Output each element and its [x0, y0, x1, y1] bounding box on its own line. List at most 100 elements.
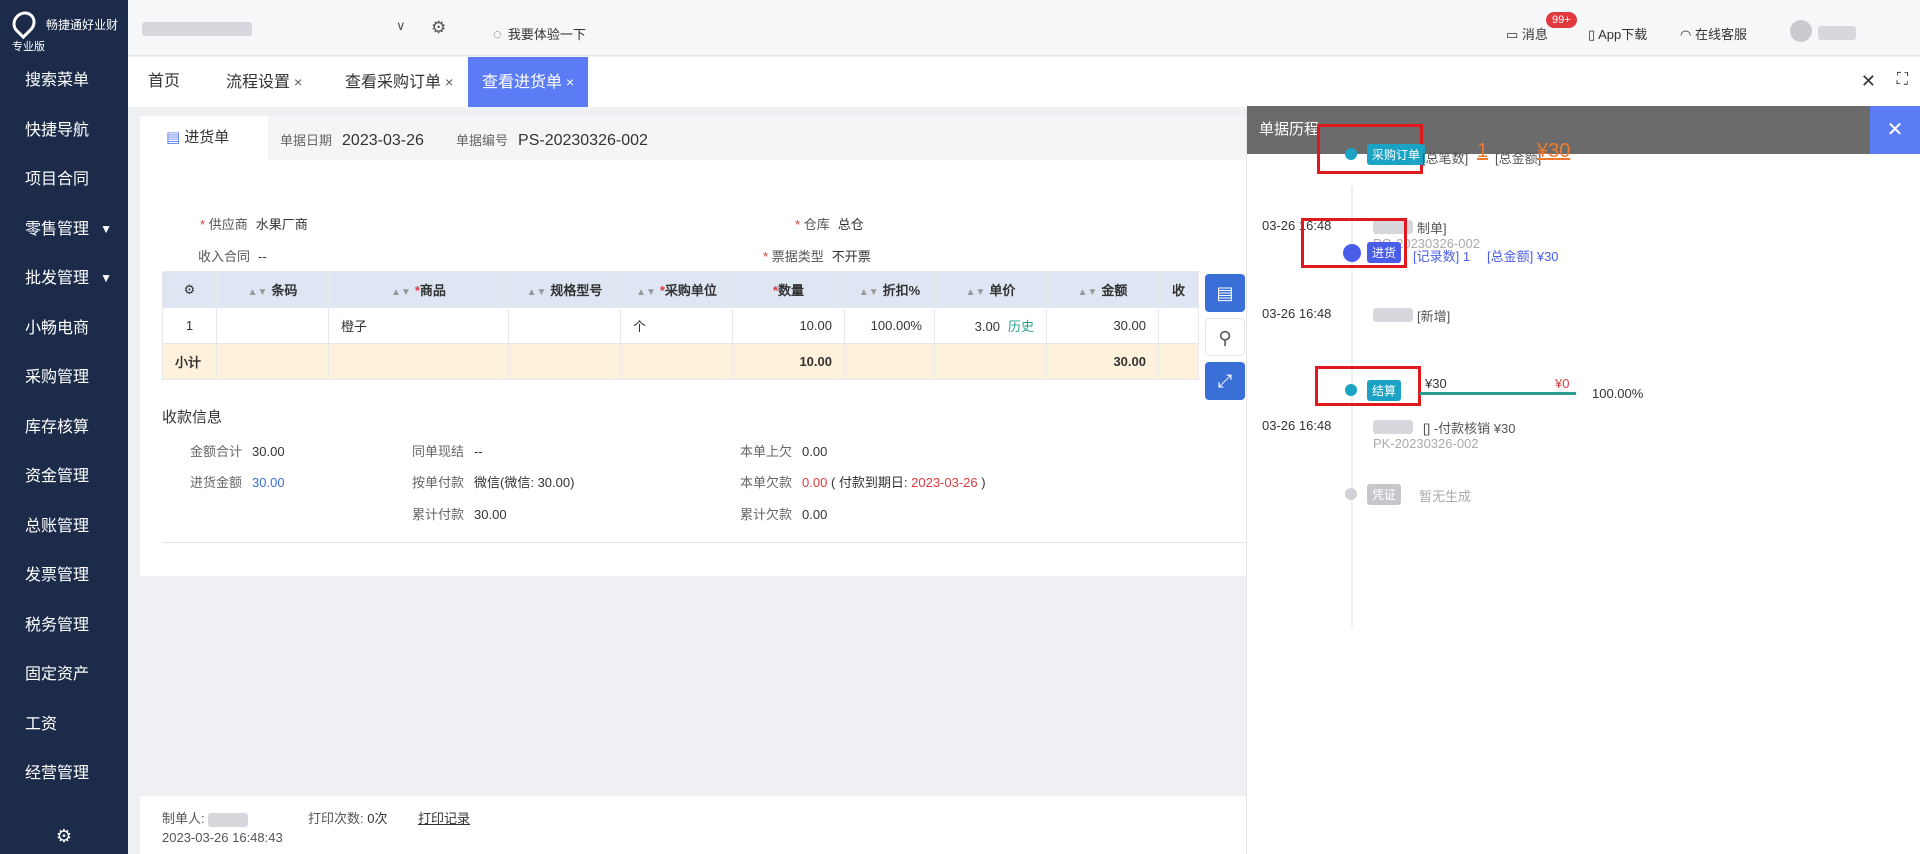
- sidebar-item[interactable]: 资金管理: [0, 452, 128, 502]
- attachment-icon[interactable]: ⚲: [1205, 318, 1245, 356]
- print-log-link[interactable]: 打印记录: [418, 808, 470, 827]
- sidebar-item[interactable]: 项目合同: [0, 155, 128, 205]
- log-action: 制单]: [1417, 221, 1447, 236]
- po-count[interactable]: 1: [1477, 140, 1488, 163]
- doc-number-value: PS-20230326-002: [518, 132, 648, 149]
- pay-label: 按单付款: [412, 475, 465, 490]
- app-download-button[interactable]: ▯ App下载: [1588, 24, 1647, 43]
- doc-type-label: 进货单: [184, 129, 230, 146]
- price-history-link[interactable]: 历史: [1008, 319, 1034, 334]
- pay-value: 30.00: [252, 475, 285, 490]
- po-amount-label: [总金额]: [1495, 151, 1542, 166]
- close-icon[interactable]: ✕: [1870, 106, 1920, 154]
- brand-name: 畅捷通好业财: [46, 18, 119, 32]
- tab-home[interactable]: 首页: [148, 57, 180, 107]
- close-icon[interactable]: ×: [294, 74, 302, 90]
- username[interactable]: [1818, 26, 1856, 40]
- print-count-value: 0次: [367, 811, 388, 826]
- close-all-tabs-icon[interactable]: ✕: [1861, 71, 1876, 92]
- sidebar: 畅捷通好业财 专业版 搜索菜单 快捷导航 项目合同 零售管理 ▼ 批发管理 ▼ 小畅电商 采购管…: [0, 0, 128, 854]
- sidebar-item[interactable]: 批发管理 ▼: [0, 254, 128, 304]
- col-barcode[interactable]: ▲▼ 条码: [216, 271, 329, 308]
- tab-label: 查看采购订单: [345, 74, 442, 91]
- tab-label: 首页: [148, 73, 181, 90]
- settle-tag[interactable]: 结算: [1367, 380, 1402, 401]
- timeline-dot: [1345, 488, 1357, 500]
- col-spec[interactable]: ▲▼ 规格型号: [508, 271, 621, 308]
- sidebar-item[interactable]: 经营管理: [0, 749, 128, 799]
- expand-icon[interactable]: ⤢: [1205, 362, 1245, 400]
- cell-unit: 个: [620, 307, 733, 344]
- sidebar-item[interactable]: 工资: [0, 700, 128, 750]
- subtotal-row: 小计 10.00 30.00: [162, 343, 1199, 380]
- sidebar-item-label: 工资: [25, 715, 58, 733]
- cell-barcode: [216, 307, 329, 344]
- sidebar-item[interactable]: 搜索菜单: [0, 56, 128, 106]
- po-tag[interactable]: 采购订单: [1367, 144, 1426, 165]
- support-button[interactable]: ◠ 在线客服: [1680, 24, 1747, 43]
- pay-label: 金额合计: [190, 444, 243, 459]
- col-price[interactable]: ▲▼ 单价: [934, 271, 1047, 308]
- sidebar-item-label: 小畅电商: [25, 319, 90, 337]
- receipt-tag[interactable]: 进货: [1367, 242, 1402, 263]
- col-product[interactable]: ▲▼ *商品: [328, 271, 509, 308]
- sidebar-item[interactable]: 税务管理: [0, 601, 128, 651]
- sidebar-item[interactable]: 小畅电商: [0, 304, 128, 354]
- close-icon[interactable]: ×: [566, 74, 574, 90]
- sidebar-item-label: 快捷导航: [25, 121, 90, 139]
- document-footer: 制单人: 2023-03-26 16:48:43 打印次数: 0次 打印记录: [140, 796, 1246, 854]
- col-discount[interactable]: ▲▼ 折扣%: [844, 271, 935, 308]
- subtotal-qty: 10.00: [732, 343, 845, 380]
- supplier-field: * 供应商 水果厂商: [200, 217, 308, 232]
- company-selector[interactable]: [142, 22, 252, 36]
- cell-product: 橙子: [328, 307, 509, 344]
- col-unit[interactable]: ▲▼ *采购单位: [620, 271, 733, 308]
- log-doc[interactable]: PK-20230326-002: [1373, 436, 1479, 451]
- pay-purchase-amount: 进货金额 30.00: [190, 472, 285, 491]
- message-icon: ▭: [1506, 27, 1522, 42]
- sidebar-item[interactable]: 总账管理: [0, 502, 128, 552]
- messages-button[interactable]: ▭ 消息: [1506, 24, 1548, 43]
- col-amount[interactable]: ▲▼ 金额: [1046, 271, 1159, 308]
- print-count-label: 打印次数:: [308, 811, 364, 826]
- chevron-down-icon[interactable]: ∨: [396, 18, 406, 34]
- sidebar-item-label: 库存核算: [25, 418, 90, 436]
- sidebar-item[interactable]: 快捷导航: [0, 106, 128, 156]
- col-label: 收: [1171, 283, 1185, 298]
- support-label: 在线客服: [1694, 27, 1747, 42]
- avatar[interactable]: [1790, 20, 1812, 42]
- col-qty[interactable]: *数量: [732, 271, 845, 308]
- phone-icon: ▯: [1588, 27, 1599, 42]
- sidebar-item[interactable]: 发票管理: [0, 551, 128, 601]
- col-label: 规格型号: [550, 283, 603, 298]
- pay-label: 进货金额: [190, 475, 243, 490]
- column-settings-icon[interactable]: ⚙: [162, 271, 217, 308]
- sidebar-item[interactable]: 零售管理 ▼: [0, 205, 128, 255]
- experience-link[interactable]: ◌ 我要体验一下: [493, 24, 586, 43]
- tab-process-settings[interactable]: 流程设置 ×: [226, 57, 302, 107]
- fullscreen-icon[interactable]: ⛶: [1897, 71, 1908, 89]
- doc-date-value: 2023-03-26: [342, 132, 424, 149]
- timeline-dot: [1345, 148, 1357, 160]
- print-count: 打印次数: 0次: [308, 808, 387, 827]
- tab-label: 流程设置: [226, 74, 291, 91]
- table-header-row: ⚙ ▲▼ 条码 ▲▼ *商品 ▲▼ 规格型号 ▲▼ *采购单位 *数量 ▲▼ 折扣% ▲▼…: [162, 271, 1199, 308]
- table-row[interactable]: 1 橙子 个 10.00 100.00% 3.00 历史 30.00: [162, 307, 1199, 344]
- sidebar-item[interactable]: 库存核算: [0, 403, 128, 453]
- doc-type-tab[interactable]: ▤ 进货单: [140, 116, 268, 160]
- sidebar-settings-icon[interactable]: ⚙: [0, 818, 128, 854]
- po-amount[interactable]: ¥30: [1537, 140, 1570, 163]
- close-icon[interactable]: ×: [445, 74, 453, 90]
- log-action: [新增]: [1417, 309, 1451, 324]
- gear-icon[interactable]: ⚙: [431, 18, 446, 38]
- sidebar-item[interactable]: 采购管理: [0, 353, 128, 403]
- tab-view-purchase-order[interactable]: 查看采购订单 ×: [345, 57, 453, 107]
- pay-cumulative-owed: 累计欠款 0.00: [740, 504, 827, 523]
- voucher-tag: 凭证: [1367, 484, 1402, 505]
- document-history-icon[interactable]: ▤: [1205, 274, 1245, 312]
- col-more[interactable]: 收: [1158, 271, 1199, 308]
- document-header: ▤ 进货单 单据日期 2023-03-26 单据编号 PS-20230326-002: [140, 116, 1246, 160]
- tab-view-receipt[interactable]: 查看进货单 ×: [468, 57, 589, 107]
- sidebar-item-label: 搜索菜单: [25, 72, 90, 89]
- sidebar-item[interactable]: 固定资产: [0, 650, 128, 700]
